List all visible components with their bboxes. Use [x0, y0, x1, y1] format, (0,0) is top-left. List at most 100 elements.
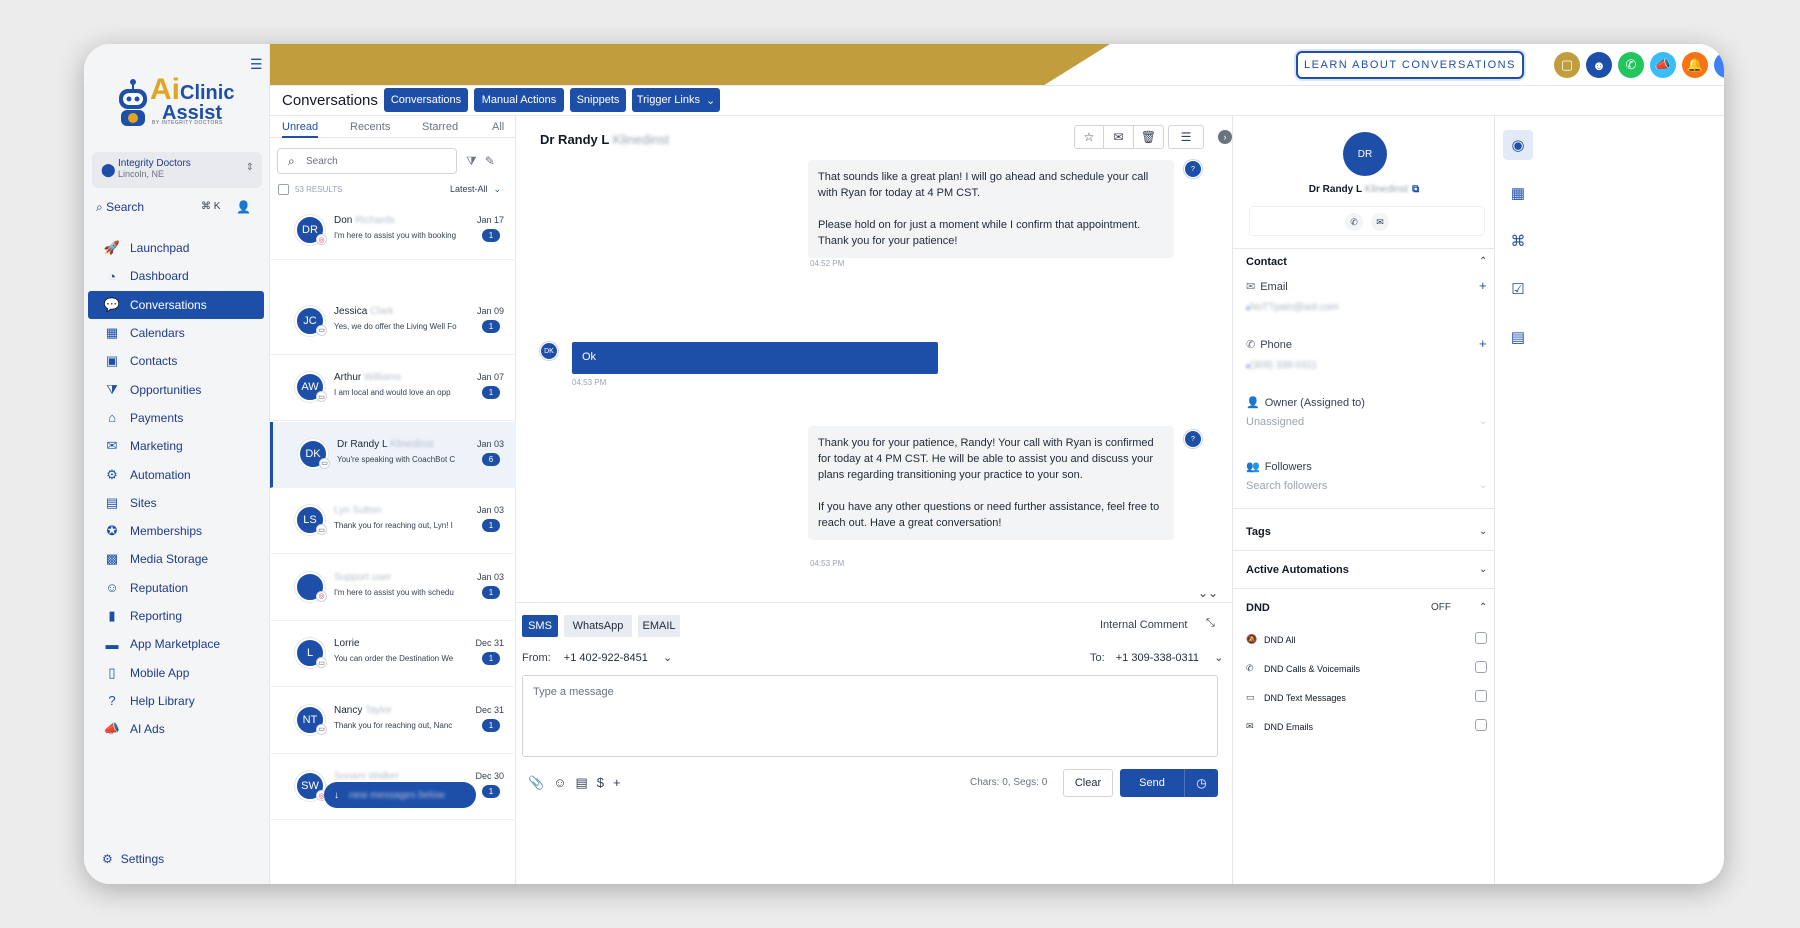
- compose-icon[interactable]: ✎: [485, 154, 495, 168]
- conversation-item[interactable]: NT ▭ Nancy Taylor Dec 31 Thank you for reach…: [270, 688, 516, 754]
- dnd-calls-checkbox[interactable]: [1475, 661, 1487, 673]
- star-icon[interactable]: ☆: [1074, 125, 1104, 149]
- send-button[interactable]: Send ◷: [1120, 769, 1218, 797]
- payment-icon[interactable]: $: [597, 775, 604, 790]
- sidebar-item-mobile-app[interactable]: ▯ Mobile App: [88, 658, 264, 686]
- sidebar-item-dashboard[interactable]: ◔ Dashboard: [88, 262, 264, 290]
- followers-search[interactable]: Search followers: [1246, 480, 1327, 492]
- sidebar-item-opportunities[interactable]: ⧩ Opportunities: [88, 375, 264, 403]
- section-active-automations[interactable]: Active Automations: [1246, 564, 1349, 576]
- location-switcher[interactable]: ⬤ Integrity Doctors Lincoln, NE ⇕: [92, 152, 262, 188]
- sidebar-item-help-library[interactable]: ? Help Library: [88, 687, 264, 715]
- filter-tab-recents[interactable]: Recents: [350, 121, 390, 133]
- workflow-icon[interactable]: ⌘: [1507, 230, 1529, 252]
- sidebar-item-settings[interactable]: ⚙ Settings: [102, 852, 164, 866]
- learn-about-conversations-button[interactable]: LEARN ABOUT CONVERSATIONS: [1296, 51, 1524, 79]
- tab-conversations[interactable]: Conversations: [384, 88, 468, 112]
- message-input[interactable]: Type a message: [522, 675, 1218, 757]
- trash-icon[interactable]: 🗑: [1134, 125, 1164, 149]
- contact-details-icon[interactable]: ◉: [1503, 130, 1533, 160]
- from-number-select[interactable]: From: +1 402-922-8451 ⌄: [522, 651, 672, 664]
- conversation-item[interactable]: JC ▭ Jessica Clark Jan 09 Yes, we do offer t…: [270, 289, 516, 355]
- internal-comment-toggle[interactable]: Internal Comment: [1100, 619, 1187, 631]
- plus-icon[interactable]: +: [613, 775, 621, 790]
- chevron-down-icon[interactable]: ⌄: [1479, 526, 1487, 537]
- sidebar-search[interactable]: ⌕ Search ⌘ K 👤: [96, 200, 266, 220]
- conversation-item[interactable]: LS ▭ Lyn Sutton Jan 03 Thank you for reachi…: [270, 488, 516, 554]
- sidebar-item-payments[interactable]: ⌂ Payments: [88, 404, 264, 432]
- section-contact[interactable]: Contact: [1246, 256, 1287, 268]
- conversation-search-input[interactable]: ⌕ Search: [277, 148, 457, 174]
- calendar-icon[interactable]: ▦: [1507, 182, 1529, 204]
- tab-manual-actions[interactable]: Manual Actions: [474, 88, 564, 112]
- section-dnd[interactable]: DND: [1246, 602, 1270, 614]
- mail-open-icon[interactable]: ✉: [1104, 125, 1134, 149]
- sidebar-item-conversations[interactable]: 💬 Conversations: [88, 290, 264, 319]
- schedule-clock-icon[interactable]: ◷: [1184, 769, 1218, 797]
- chevron-up-icon[interactable]: ⌃: [1479, 256, 1487, 267]
- tab-snippets[interactable]: Snippets: [570, 88, 626, 112]
- megaphone-icon[interactable]: 📣: [1650, 52, 1676, 78]
- external-link-icon[interactable]: ⧉: [1412, 184, 1419, 195]
- emoji-icon[interactable]: ☺: [553, 775, 566, 790]
- channel-tab-whatsapp[interactable]: WhatsApp: [564, 615, 632, 637]
- tab-trigger-links[interactable]: Trigger Links ⌄: [632, 88, 720, 112]
- sidebar-item-launchpad[interactable]: 🚀 Launchpad: [88, 234, 264, 262]
- bell-icon[interactable]: 🔔: [1682, 52, 1708, 78]
- to-number-select[interactable]: To: +1 309-338-0311 ⌄: [1090, 651, 1223, 664]
- chevron-down-icon[interactable]: ⌄: [1479, 564, 1487, 575]
- conversation-item[interactable]: ◎ Support user Jan 03 I'm here to assist y…: [270, 555, 516, 621]
- help-icon[interactable]: ?: [1714, 52, 1724, 78]
- phone-icon[interactable]: ✆: [1345, 213, 1363, 231]
- sidebar-item-app-marketplace[interactable]: ▬ App Marketplace: [88, 630, 264, 658]
- sidebar-item-memberships[interactable]: ✪ Memberships: [88, 517, 264, 545]
- new-messages-pill[interactable]: ↓ new messages below: [324, 782, 476, 808]
- collapse-panel-icon[interactable]: ›: [1218, 130, 1232, 144]
- robot-icon[interactable]: ☻: [1586, 52, 1612, 78]
- chat-filter-button[interactable]: ☰: [1168, 125, 1204, 149]
- scroll-down-icon[interactable]: ⌄⌄: [1198, 586, 1218, 600]
- sidebar-item-marketing[interactable]: ✉ Marketing: [88, 432, 264, 460]
- chat-bubble-icon[interactable]: ▢: [1554, 52, 1580, 78]
- sidebar-item-sites[interactable]: ▤ Sites: [88, 489, 264, 517]
- sidebar-item-media-storage[interactable]: ▩ Media Storage: [88, 545, 264, 573]
- conversation-item[interactable]: DK ▭ Dr Randy L Klinedinst Jan 03 You're spe…: [270, 421, 516, 488]
- conversation-item[interactable]: AW ▭ Arthur Williams Jan 07 I am local and w…: [270, 355, 516, 421]
- mail-icon[interactable]: ✉: [1371, 213, 1389, 231]
- filter-icon[interactable]: ⧩: [466, 154, 477, 168]
- select-all-checkbox[interactable]: [278, 184, 289, 195]
- dnd-emails-checkbox[interactable]: [1475, 719, 1487, 731]
- template-icon[interactable]: ▤: [575, 775, 587, 790]
- filter-tab-all[interactable]: All: [492, 121, 504, 133]
- menu-toggle-icon[interactable]: ☰: [250, 56, 263, 73]
- sidebar-item-ai-ads[interactable]: 📣 AI Ads: [88, 715, 264, 743]
- filter-tab-starred[interactable]: Starred: [422, 121, 458, 133]
- sidebar-item-automation[interactable]: ⚙ Automation: [88, 460, 264, 488]
- owner-select[interactable]: Unassigned: [1246, 416, 1304, 428]
- add-phone-icon[interactable]: +: [1479, 336, 1487, 351]
- filter-tab-unread[interactable]: Unread: [282, 121, 319, 138]
- conversation-item[interactable]: DR ◎ Don Richards Jan 17 I'm here to assist …: [270, 210, 516, 260]
- conversation-item[interactable]: L ▭ Lorrie Dec 31 You can order the Destina…: [270, 621, 516, 687]
- sort-dropdown[interactable]: Latest-All ⌄: [450, 184, 501, 195]
- dnd-text-checkbox[interactable]: [1475, 690, 1487, 702]
- dnd-all-checkbox[interactable]: [1475, 632, 1487, 644]
- sidebar-item-reporting[interactable]: ▮ Reporting: [88, 602, 264, 630]
- email-value[interactable]: NoTTpain@aol.com: [1246, 302, 1339, 313]
- sidebar-item-contacts[interactable]: ▣ Contacts: [88, 347, 264, 375]
- phone-value[interactable]: (309) 338-0311: [1246, 360, 1318, 371]
- sidebar-item-reputation[interactable]: ☺ Reputation: [88, 574, 264, 602]
- expand-icon[interactable]: ⤡: [1206, 617, 1215, 630]
- notes-icon[interactable]: ▤: [1507, 326, 1529, 348]
- channel-tab-sms[interactable]: SMS: [522, 615, 558, 637]
- call-icon[interactable]: ✆: [1618, 52, 1644, 78]
- user-icon[interactable]: 👤: [236, 200, 251, 214]
- chevron-up-icon[interactable]: ⌃: [1479, 602, 1487, 613]
- attachment-icon[interactable]: 📎: [528, 775, 544, 790]
- clear-button[interactable]: Clear: [1063, 769, 1113, 797]
- section-tags[interactable]: Tags: [1246, 526, 1271, 538]
- channel-tab-email[interactable]: EMAIL: [638, 615, 680, 637]
- task-check-icon[interactable]: ☑: [1507, 278, 1529, 300]
- sidebar-item-calendars[interactable]: ▦ Calendars: [88, 319, 264, 347]
- add-email-icon[interactable]: +: [1479, 278, 1487, 293]
